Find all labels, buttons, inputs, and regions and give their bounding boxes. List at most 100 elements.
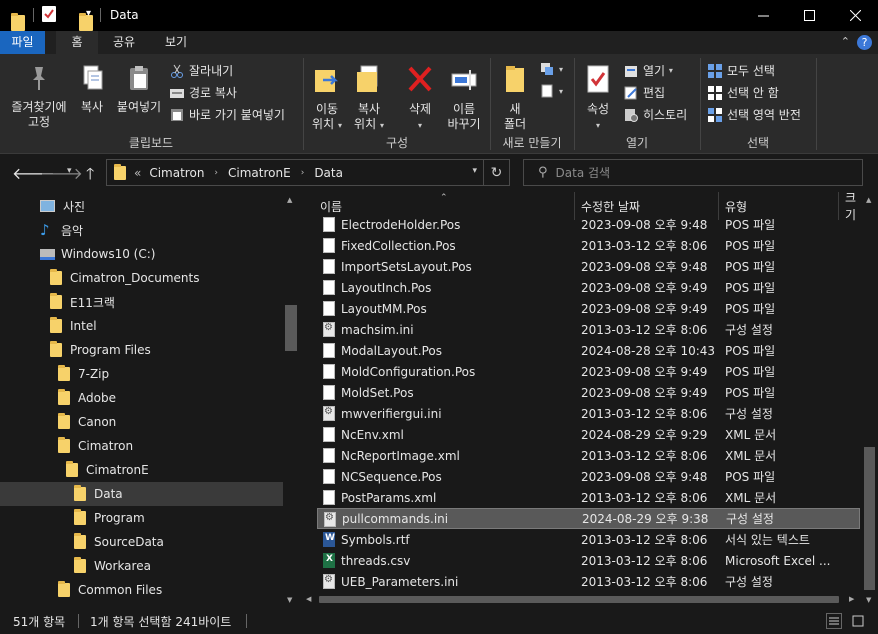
tree-item[interactable]: Cimatron_Documents [0, 266, 283, 290]
search-input[interactable] [555, 165, 856, 180]
file-row[interactable]: ModalLayout.Pos 2024-08-28 오후 10:43 POS 파일 [317, 340, 860, 361]
tab-file[interactable]: 파일 [0, 31, 45, 54]
file-row[interactable]: PostParams.xml 2013-03-12 오후 8:06 XML 문서 [317, 487, 860, 508]
tree-item[interactable]: SourceData [0, 530, 283, 554]
pin-to-quick-access-button[interactable]: 즐겨찾기에 고정 [6, 64, 72, 130]
breadcrumb-cimatron[interactable]: Cimatron [149, 166, 204, 180]
breadcrumb-chevron-icon[interactable]: › [301, 168, 305, 178]
file-row[interactable]: pullcommands.ini 2024-08-29 오후 9:38 구성 설정 [317, 508, 860, 529]
forward-arrow-icon[interactable]: 🡒 [40, 163, 83, 183]
file-list-scroll-thumb[interactable] [864, 447, 875, 590]
maximize-button[interactable] [786, 0, 832, 31]
select-none-button[interactable]: 선택 안 함 [708, 84, 779, 101]
tree-item[interactable]: Cimatron [0, 434, 283, 458]
new-item-button[interactable]: ▾ [540, 62, 563, 76]
delete-button[interactable]: 삭제 ▾ [402, 64, 438, 133]
horizontal-scrollbar[interactable]: ◀ ▶ [303, 591, 861, 608]
recent-locations-dropdown-icon[interactable]: ▾ [67, 166, 72, 176]
new-folder-button[interactable]: 새 폴더 [498, 64, 532, 132]
scroll-up-icon[interactable]: ▲ [866, 196, 871, 204]
properties-quick-icon[interactable] [42, 6, 56, 22]
tree-item[interactable]: E11크랙 [0, 290, 283, 314]
tab-share[interactable]: 공유 [103, 31, 145, 54]
scroll-down-icon[interactable]: ▼ [866, 596, 871, 604]
tree-item[interactable]: ♪ 음악 [0, 218, 283, 242]
tree-item[interactable]: Canon [0, 410, 283, 434]
minimize-button[interactable] [740, 0, 786, 31]
help-icon[interactable]: ? [857, 35, 872, 50]
file-row[interactable]: ElectrodeHolder.Pos 2023-09-08 오후 9:48 POS… [317, 214, 860, 235]
select-all-button[interactable]: 모두 선택 [708, 62, 775, 79]
address-dropdown-icon[interactable]: ▾ [472, 166, 477, 176]
properties-button[interactable]: 속성 ▾ [580, 64, 616, 133]
tree-item[interactable]: Workarea [0, 554, 283, 578]
copy-path-button[interactable]: 경로 복사 [170, 84, 237, 101]
file-row[interactable]: NcReportImage.xml 2013-03-12 오후 8:06 XML 문… [317, 445, 860, 466]
status-separator [78, 614, 79, 628]
file-row[interactable]: MoldConfiguration.Pos 2023-09-08 오후 9:49 P… [317, 361, 860, 382]
quick-access-dropdown-icon[interactable]: ▾ [86, 8, 91, 19]
copy-to-button[interactable]: 복사 위치 ▾ [350, 64, 388, 133]
refresh-icon[interactable]: ↻ [483, 160, 509, 185]
tree-item[interactable]: Program Files [0, 338, 283, 362]
breadcrumb-cimatrone[interactable]: CimatronE [228, 166, 291, 180]
file-row[interactable]: ImportSetsLayout.Pos 2023-09-08 오후 9:48 PO… [317, 256, 860, 277]
tree-scrollbar[interactable]: ▲ ▼ [283, 192, 299, 608]
breadcrumb-chevron-icon[interactable]: › [214, 168, 218, 178]
tab-view[interactable]: 보기 [155, 31, 197, 54]
details-view-button[interactable] [826, 613, 842, 629]
file-type: XML 문서 [725, 491, 777, 505]
file-row[interactable]: UEB_Parameters.ini 2013-03-12 오후 8:06 구성 설… [317, 571, 860, 592]
tree-item[interactable]: CimatronE [0, 458, 283, 482]
file-row[interactable]: mwverifiergui.ini 2013-03-12 오후 8:06 구성 설정 [317, 403, 860, 424]
tree-item[interactable]: Intel [0, 314, 283, 338]
copy-button[interactable]: 복사 [76, 64, 108, 115]
file-row[interactable]: threads.csv 2013-03-12 오후 8:06 Microsoft E… [317, 550, 860, 571]
file-row[interactable]: NcEnv.xml 2024-08-29 오후 9:29 XML 문서 [317, 424, 860, 445]
tree-item-label: Data [94, 487, 123, 501]
file-row[interactable]: NCSequence.Pos 2023-09-08 오후 9:48 POS 파일 [317, 466, 860, 487]
edit-button[interactable]: 편집 [624, 84, 665, 101]
tree-item[interactable]: Common Files [0, 578, 283, 602]
tree-item[interactable]: 7-Zip [0, 362, 283, 386]
file-row[interactable]: FixedCollection.Pos 2013-03-12 오후 8:06 POS… [317, 235, 860, 256]
rename-button[interactable]: 이름 바꾸기 [443, 64, 485, 132]
file-row[interactable]: LayoutInch.Pos 2023-09-08 오후 9:49 POS 파일 [317, 277, 860, 298]
cut-button[interactable]: 잘라내기 [170, 62, 233, 79]
up-arrow-icon[interactable]: 🡑 [86, 163, 94, 190]
tree-item[interactable]: Adobe [0, 386, 283, 410]
tree-item[interactable]: Data [0, 482, 283, 506]
scroll-up-icon[interactable]: ▲ [287, 196, 292, 204]
collapse-ribbon-icon[interactable]: ⌃ [841, 35, 850, 48]
history-button[interactable]: 히스토리 [624, 106, 687, 123]
file-list-scrollbar[interactable]: ▲ ▼ [861, 192, 878, 608]
search-box[interactable]: ⚲ [523, 159, 863, 186]
move-to-button[interactable]: 이동 위치 ▾ [308, 64, 346, 133]
pin-label-2: 고정 [27, 115, 51, 129]
title-separator [100, 8, 101, 22]
horizontal-scroll-thumb[interactable] [319, 596, 839, 603]
paste-icon [130, 66, 148, 90]
breadcrumb-overflow[interactable]: « [134, 166, 141, 180]
tree-item[interactable]: Windows10 (C:) [0, 242, 283, 266]
large-icons-view-button[interactable] [850, 613, 866, 629]
easy-access-button[interactable]: ▾ [540, 84, 563, 98]
tree-item[interactable]: 사진 [0, 194, 283, 218]
file-row[interactable]: machsim.ini 2013-03-12 오후 8:06 구성 설정 [317, 319, 860, 340]
file-row[interactable]: MoldSet.Pos 2023-09-08 오후 9:49 POS 파일 [317, 382, 860, 403]
address-bar[interactable]: « Cimatron › CimatronE › Data ▾ ↻ [106, 159, 510, 186]
open-button[interactable]: 열기 ▾ [624, 62, 673, 79]
paste-button[interactable]: 붙여넣기 [114, 64, 164, 115]
scroll-down-icon[interactable]: ▼ [287, 596, 292, 604]
tab-home[interactable]: 홈 [56, 31, 98, 54]
file-row[interactable]: Symbols.rtf 2013-03-12 오후 8:06 서식 있는 텍스트 [317, 529, 860, 550]
breadcrumb-data[interactable]: Data [314, 166, 343, 180]
tree-item[interactable]: Program [0, 506, 283, 530]
scroll-left-icon[interactable]: ◀ [306, 595, 311, 603]
invert-selection-button[interactable]: 선택 영역 반전 [708, 106, 801, 123]
paste-shortcut-button[interactable]: 바로 가기 붙여넣기 [170, 106, 285, 123]
close-button[interactable] [832, 0, 878, 31]
file-row[interactable]: LayoutMM.Pos 2023-09-08 오후 9:49 POS 파일 [317, 298, 860, 319]
tree-scroll-thumb[interactable] [285, 305, 297, 351]
scroll-right-icon[interactable]: ▶ [849, 595, 854, 603]
